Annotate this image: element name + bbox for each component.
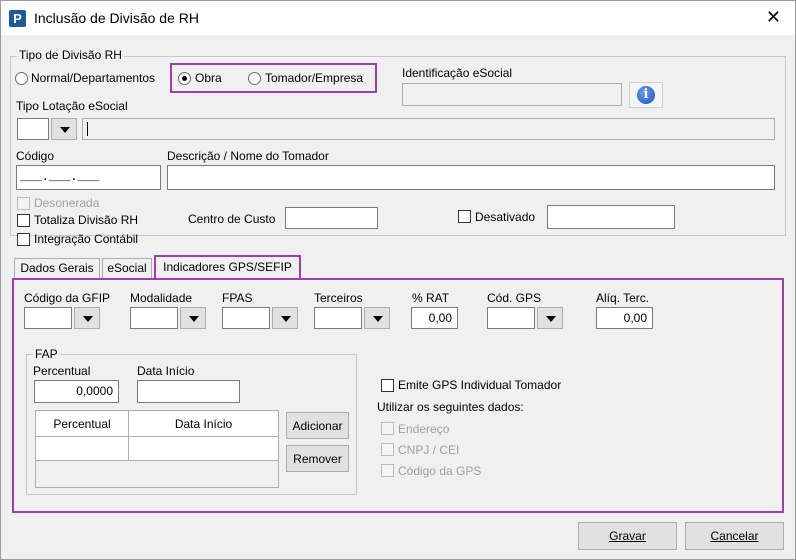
tab-dados-gerais[interactable]: Dados Gerais xyxy=(14,258,100,278)
chevron-down-icon[interactable] xyxy=(74,307,100,329)
chevron-down-icon[interactable] xyxy=(272,307,298,329)
close-icon[interactable]: ✕ xyxy=(766,7,781,28)
codigo-mask: ___.___.___ xyxy=(20,170,100,184)
integracao-checkbox[interactable] xyxy=(17,233,30,246)
codigo-label: Código xyxy=(16,149,55,163)
tipo-lotacao-label: Tipo Lotação eSocial xyxy=(16,99,128,113)
desonerada-checkbox xyxy=(17,197,30,210)
tab-esocial[interactable]: eSocial xyxy=(102,258,152,278)
cod-gps-combo[interactable] xyxy=(487,307,564,329)
desonerada-label: Desonerada xyxy=(34,196,100,210)
chevron-down-icon[interactable] xyxy=(364,307,390,329)
radio-obra[interactable] xyxy=(178,72,191,85)
utilizar-dados-label: Utilizar os seguintes dados: xyxy=(377,400,524,414)
chevron-down-icon[interactable] xyxy=(180,307,206,329)
dialog-window: P Inclusão de Divisão de RH ✕ Tipo de Di… xyxy=(0,0,796,560)
fap-legend: FAP xyxy=(33,347,60,361)
tipo-lotacao-value xyxy=(17,118,49,140)
codigo-gfip-value xyxy=(24,307,72,329)
tipo-lotacao-combo[interactable] xyxy=(17,118,78,140)
terceiros-combo[interactable] xyxy=(314,307,391,329)
radio-normal-departamentos[interactable] xyxy=(15,72,28,85)
endereco-checkbox xyxy=(381,422,394,435)
cnpj-cei-checkbox xyxy=(381,443,394,456)
emite-gps-checkbox[interactable] xyxy=(381,379,394,392)
cancelar-label: Cancelar xyxy=(710,529,759,543)
fpas-label: FPAS xyxy=(222,291,253,305)
tipo-lotacao-description[interactable] xyxy=(82,118,775,140)
gravar-button[interactable]: Gravar xyxy=(578,522,677,550)
codigo-gps-checkbox xyxy=(381,464,394,477)
emite-gps-label: Emite GPS Individual Tomador xyxy=(398,378,562,392)
tipo-divisao-legend: Tipo de Divisão RH xyxy=(17,48,124,62)
fpas-combo[interactable] xyxy=(222,307,299,329)
identificacao-esocial-input[interactable] xyxy=(402,83,622,106)
desativado-checkbox[interactable] xyxy=(458,210,471,223)
cnpj-cei-label: CNPJ / CEI xyxy=(398,443,460,457)
desativado-input[interactable] xyxy=(547,205,675,229)
remover-button[interactable]: Remover xyxy=(286,445,349,472)
aliq-terc-label: Alíq. Terc. xyxy=(596,291,650,305)
gravar-label: Gravar xyxy=(609,529,646,543)
app-logo-icon: P xyxy=(9,10,26,27)
grid-header-percentual[interactable]: Percentual xyxy=(36,411,129,437)
adicionar-button[interactable]: Adicionar xyxy=(286,412,349,439)
endereco-label: Endereço xyxy=(398,422,450,436)
radio-tomador-empresa[interactable] xyxy=(248,72,261,85)
descricao-input[interactable] xyxy=(167,165,775,190)
chevron-down-icon[interactable] xyxy=(537,307,563,329)
cod-gps-label: Cód. GPS xyxy=(487,291,542,305)
fap-percentual-input[interactable]: 0,0000 xyxy=(34,380,119,403)
tab-indicadores-gps-sefip[interactable]: Indicadores GPS/SEFIP xyxy=(154,255,301,279)
window-title: Inclusão de Divisão de RH xyxy=(34,10,199,26)
fap-data-inicio-input[interactable] xyxy=(137,380,240,403)
title-bar: P Inclusão de Divisão de RH ✕ xyxy=(1,1,795,35)
radio-tomador-label: Tomador/Empresa xyxy=(265,71,364,85)
centro-custo-label: Centro de Custo xyxy=(188,212,276,226)
modalidade-label: Modalidade xyxy=(130,291,193,305)
terceiros-label: Terceiros xyxy=(314,291,363,305)
desativado-label: Desativado xyxy=(475,210,536,224)
fap-percentual-label: Percentual xyxy=(33,364,91,378)
rat-label: % RAT xyxy=(412,291,450,305)
codigo-gfip-combo[interactable] xyxy=(24,307,101,329)
info-button[interactable]: i xyxy=(629,82,663,108)
rat-input[interactable]: 0,00 xyxy=(411,307,458,329)
fap-data-inicio-label: Data Início xyxy=(137,364,195,378)
modalidade-combo[interactable] xyxy=(130,307,207,329)
radio-obra-label: Obra xyxy=(195,71,222,85)
descricao-label: Descrição / Nome do Tomador xyxy=(167,149,329,163)
totaliza-label: Totaliza Divisão RH xyxy=(34,213,139,227)
codigo-input[interactable]: ___.___.___ xyxy=(16,165,161,190)
grid-cell-percentual[interactable] xyxy=(36,437,129,461)
grid-cell-data-inicio[interactable] xyxy=(129,437,278,461)
info-icon: i xyxy=(637,86,655,104)
centro-custo-input[interactable] xyxy=(285,207,378,229)
fap-grid[interactable]: Percentual Data Início xyxy=(35,410,279,488)
aliq-terc-input[interactable]: 0,00 xyxy=(596,307,653,329)
grid-header-data-inicio[interactable]: Data Início xyxy=(129,411,278,437)
cancelar-button[interactable]: Cancelar xyxy=(685,522,784,550)
integracao-label: Integração Contábil xyxy=(34,232,139,246)
codigo-gps-label: Código da GPS xyxy=(398,464,482,478)
terceiros-value xyxy=(314,307,362,329)
chevron-down-icon[interactable] xyxy=(51,118,77,140)
totaliza-checkbox[interactable] xyxy=(17,214,30,227)
modalidade-value xyxy=(130,307,178,329)
codigo-gfip-label: Código da GFIP xyxy=(24,291,111,305)
cod-gps-value xyxy=(487,307,535,329)
text-cursor xyxy=(87,122,88,136)
radio-normal-label: Normal/Departamentos xyxy=(31,71,156,85)
identificacao-esocial-label: Identificação eSocial xyxy=(402,66,513,80)
fpas-value xyxy=(222,307,270,329)
